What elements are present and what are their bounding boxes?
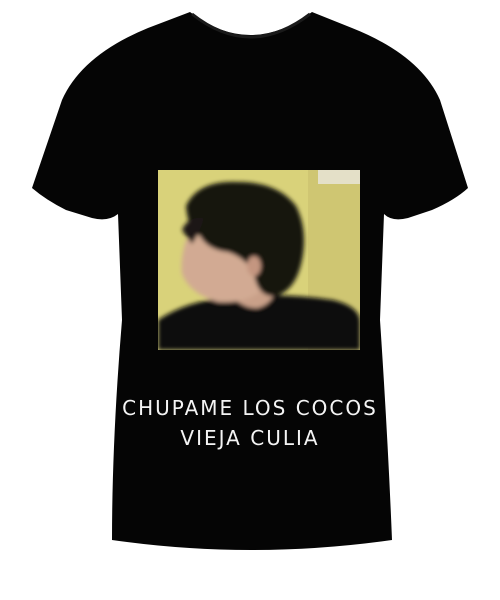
print-text-line1: CHUPAME LOS COCOS: [122, 396, 378, 420]
photo-person-image: [158, 170, 360, 350]
print-text-line2: VIEJA CULIA: [180, 426, 320, 450]
product-mockup: CHUPAME LOS COCOS VIEJA CULIA: [0, 0, 500, 600]
printed-photo: [158, 170, 360, 350]
